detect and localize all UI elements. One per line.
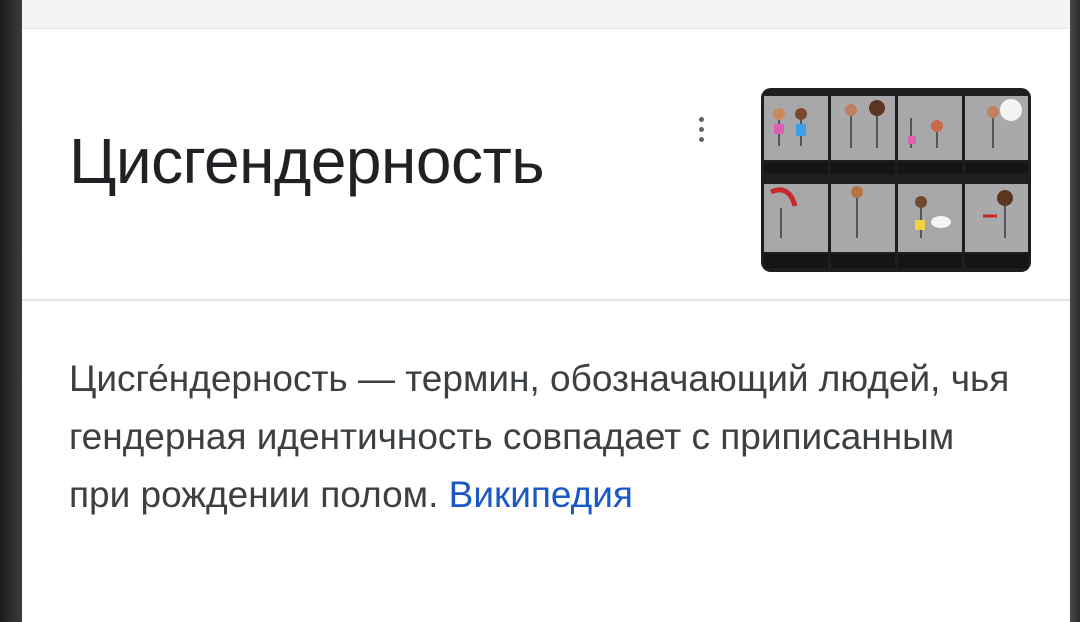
screen-edge-left (0, 0, 22, 622)
description-snippet: Цисге́ндерность — термин, обозначающий л… (69, 350, 1019, 524)
screen-edge-right (1070, 0, 1080, 622)
knowledge-panel: Цисгендерность Цисге́ндерность — термин,… (22, 0, 1070, 622)
wikipedia-source-link[interactable]: Википедия (449, 474, 633, 515)
top-divider-strip (22, 0, 1070, 29)
panel-title: Цисгендерность (69, 125, 545, 197)
comic-strip-image (761, 88, 1031, 272)
panel-header: Цисгендерность (22, 29, 1070, 301)
more-options-button[interactable] (686, 109, 716, 149)
vertical-dots-icon (698, 116, 704, 122)
comic-strip-thumbnail[interactable] (761, 88, 1031, 272)
